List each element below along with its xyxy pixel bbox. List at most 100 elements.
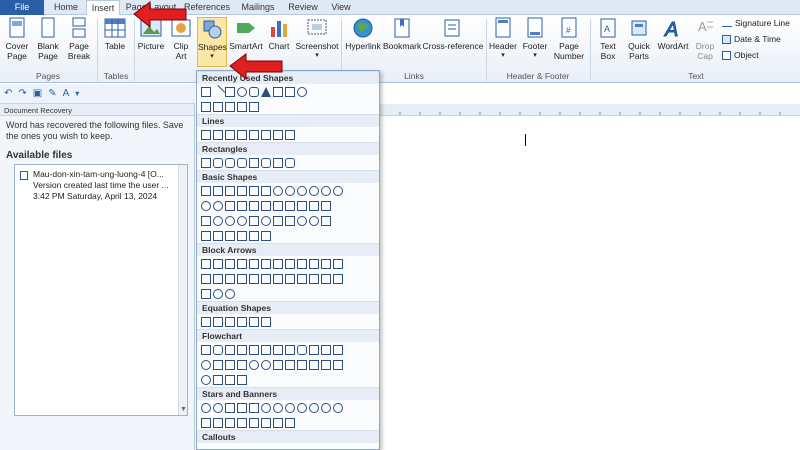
shape-round-corner-rectangle[interactable] <box>237 157 247 168</box>
shape-double-brace[interactable] <box>213 230 223 241</box>
shape-can[interactable] <box>309 200 319 211</box>
shape-striped-right-arrow[interactable] <box>249 273 259 284</box>
shape-chevron[interactable] <box>285 273 295 284</box>
shape-down-arrow-callout[interactable] <box>309 273 319 284</box>
shape-8-point-star[interactable] <box>273 402 283 413</box>
drop-cap-button[interactable]: A Drop Cap <box>692 17 718 61</box>
shape-double-wave[interactable] <box>285 417 295 428</box>
shape-chord[interactable] <box>213 200 223 211</box>
shape-diagonal-stripe[interactable] <box>273 200 283 211</box>
shape-flowchart-collate[interactable] <box>273 359 283 370</box>
shape-notched-right-arrow[interactable] <box>261 273 271 284</box>
shape-flowchart-connector[interactable] <box>201 359 211 370</box>
shape-hexagon[interactable] <box>285 185 295 196</box>
page-break-button[interactable]: Page Break <box>64 17 94 61</box>
shape-right-arrow[interactable] <box>273 86 283 97</box>
shape-flowchart-card[interactable] <box>225 359 235 370</box>
shape-rectangle[interactable] <box>201 157 211 168</box>
tab-home[interactable]: Home <box>48 0 84 15</box>
shape-5-point-star[interactable] <box>237 402 247 413</box>
shape-flowchart-internal-storage[interactable] <box>261 344 271 355</box>
shape-4-point-star[interactable] <box>225 402 235 413</box>
shape-cube[interactable] <box>321 200 331 211</box>
shape-flowchart-direct-access[interactable] <box>225 374 235 385</box>
table-button[interactable]: Table <box>100 17 130 51</box>
shape-left-bracket[interactable] <box>225 230 235 241</box>
shape-l-shape[interactable] <box>261 200 271 211</box>
shape-bevel[interactable] <box>201 215 211 226</box>
tab-insert[interactable]: Insert <box>86 0 120 16</box>
shape-flowchart-magnetic-disk[interactable] <box>213 374 223 385</box>
signature-line-button[interactable]: Signature Line <box>722 18 790 28</box>
tab-view[interactable]: View <box>326 0 356 15</box>
shape-flowchart-decision[interactable] <box>225 344 235 355</box>
screenshot-button[interactable]: Screenshot ▾ <box>295 17 339 61</box>
shape-right-brace[interactable] <box>261 230 271 241</box>
shape-teardrop[interactable] <box>225 200 235 211</box>
shape-rectangle[interactable] <box>273 157 283 168</box>
shape-rounded-rectangle[interactable] <box>261 157 271 168</box>
save-icon[interactable]: ▣ <box>33 88 42 99</box>
smartart-button[interactable]: SmartArt <box>229 17 263 51</box>
shape-plaque[interactable] <box>297 200 307 211</box>
quick-parts-button[interactable]: Quick Parts <box>624 17 654 61</box>
shape-lightning-bolt[interactable] <box>285 215 295 226</box>
shape-up-arrow[interactable] <box>225 258 235 269</box>
object-button[interactable]: Object <box>722 50 759 60</box>
shape-freeform[interactable] <box>273 129 283 140</box>
font-color-icon[interactable]: A <box>63 88 70 99</box>
shape-flowchart-extract[interactable] <box>297 359 307 370</box>
shape-rectangle[interactable] <box>225 86 235 97</box>
shape-pie[interactable] <box>201 200 211 211</box>
page-number-button[interactable]: # Page Number <box>552 17 586 61</box>
shape-line[interactable] <box>201 129 211 140</box>
shape-star[interactable] <box>249 101 259 112</box>
shape-wave[interactable] <box>273 417 283 428</box>
shape-vertical-scroll[interactable] <box>249 417 259 428</box>
shape-sun[interactable] <box>297 215 307 226</box>
shape-equal[interactable] <box>249 316 259 327</box>
shape-scribble[interactable] <box>285 129 295 140</box>
recovered-files-list[interactable]: Mau-don-xin-tam-ung-luong-4 [O... Versio… <box>14 164 188 416</box>
tab-file[interactable]: File <box>0 0 44 15</box>
shape-flowchart-data[interactable] <box>237 344 247 355</box>
shape-flowchart-delay[interactable] <box>333 359 343 370</box>
shape-flowchart-multidocument[interactable] <box>285 344 295 355</box>
shape-quad-arrow-callout[interactable] <box>201 288 211 299</box>
shape-flowchart-manual-operation[interactable] <box>333 344 343 355</box>
shape-curved-up-arrow[interactable] <box>225 273 235 284</box>
shape-explosion[interactable] <box>213 402 223 413</box>
shape-flowchart-manual-input[interactable] <box>321 344 331 355</box>
shape-32-point-star[interactable] <box>333 402 343 413</box>
shape-up-ribbon[interactable] <box>201 417 211 428</box>
shape-arc[interactable] <box>321 215 331 226</box>
shape-curve[interactable] <box>201 101 211 112</box>
shape-smiley-face[interactable] <box>261 215 271 226</box>
file-list-scrollbar[interactable]: ▼ <box>178 165 187 415</box>
shape-12-point-star[interactable] <box>297 402 307 413</box>
text-box-button[interactable]: A Text Box <box>594 17 622 61</box>
customize-toolbar-icon[interactable]: ▾ <box>75 89 79 98</box>
shape-circular-arrow[interactable] <box>213 288 223 299</box>
document-canvas[interactable] <box>380 117 800 450</box>
shape-double-bracket[interactable] <box>201 230 211 241</box>
shape-24-point-star[interactable] <box>321 402 331 413</box>
scroll-down-icon[interactable]: ▼ <box>180 406 187 413</box>
shape-diamond[interactable] <box>261 185 271 196</box>
shape-frame[interactable] <box>237 200 247 211</box>
shape-decagon[interactable] <box>309 185 319 196</box>
cross-reference-button[interactable]: Cross-reference <box>422 17 484 51</box>
hyperlink-button[interactable]: Hyperlink <box>344 17 382 51</box>
shape-rounded-rectangle[interactable] <box>249 86 259 97</box>
shape-trapezoid[interactable] <box>249 185 259 196</box>
shape-left-arrow[interactable] <box>213 258 223 269</box>
shape-plus[interactable] <box>201 316 211 327</box>
shape-dodecagon[interactable] <box>321 185 331 196</box>
shapes-button[interactable]: Shapes ▾ <box>197 17 227 67</box>
shape-arrow[interactable] <box>213 129 223 140</box>
shape-bent-arrow[interactable] <box>297 258 307 269</box>
bookmark-button[interactable]: Bookmark <box>383 17 421 51</box>
shape-cross[interactable] <box>285 200 295 211</box>
shape-down-arrow[interactable] <box>285 86 295 97</box>
shape-flowchart-sequential-access[interactable] <box>201 374 211 385</box>
